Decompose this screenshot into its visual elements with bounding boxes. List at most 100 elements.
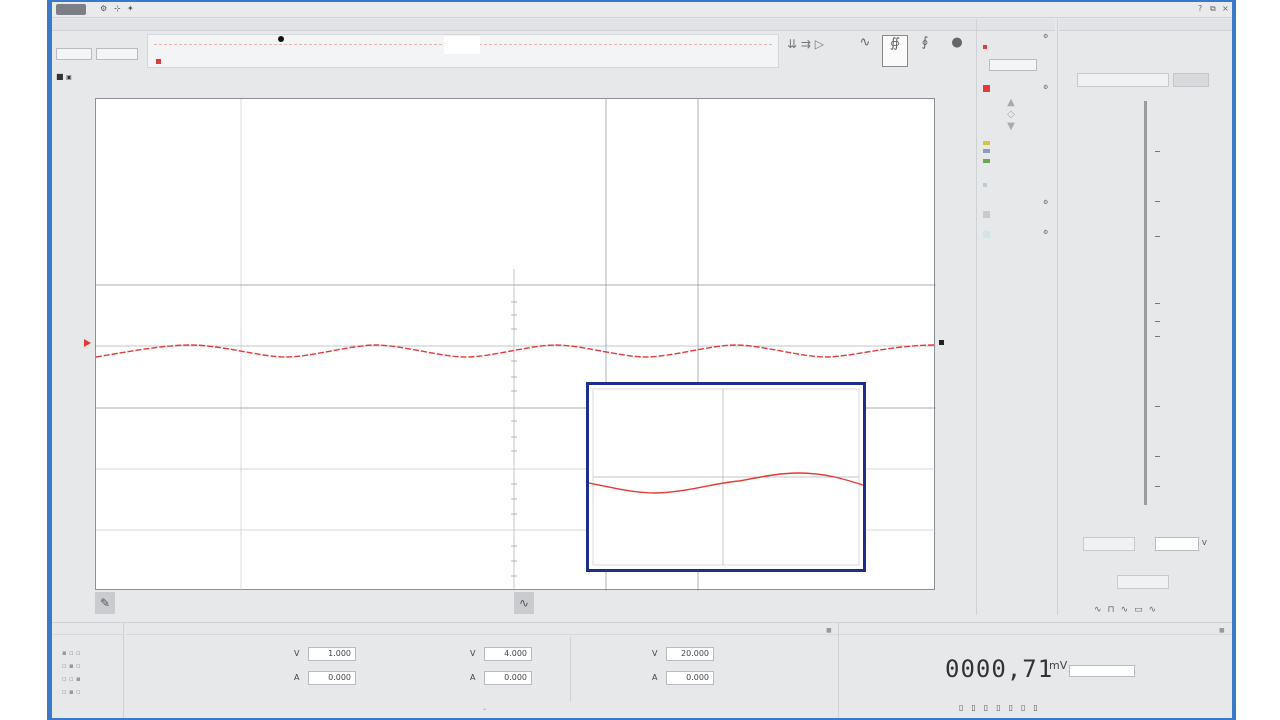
slider-tick [1155, 236, 1160, 237]
mode-stop[interactable]: ● [944, 35, 970, 67]
counter-panel-header [52, 623, 123, 635]
row-3-a-unit: A [652, 673, 658, 682]
waveform-icon[interactable]: ∿ [514, 592, 534, 614]
pin-icon[interactable]: ⊹ [114, 4, 121, 13]
row-1-a-unit: A [294, 673, 300, 682]
autorange-max-field[interactable] [1155, 537, 1199, 551]
level-slider-track[interactable] [1144, 101, 1147, 505]
title-bar: ⚙ ⊹ ✦ ? ⧉ × [52, 2, 1232, 18]
plot-toolbar: ■ ▣ [56, 72, 72, 81]
row-2-v-unit: V [470, 649, 476, 658]
inset-svg [588, 388, 864, 566]
trigger-apply-button[interactable] [989, 59, 1037, 71]
row-3-v-unit: V [652, 649, 658, 658]
channel-scale-knob[interactable]: ▲ ◇ ▼ [999, 97, 1023, 133]
logic-settings-icon[interactable]: ⚙ [1043, 229, 1048, 236]
tools-icon[interactable]: ⚙ [100, 4, 107, 13]
math-settings-icon[interactable]: ⚙ [1043, 199, 1048, 206]
mode-xy[interactable]: ∮ [912, 35, 938, 67]
autorange-panel: V ∿⊓∿▭∿ [1059, 31, 1232, 615]
slider-tick [1155, 406, 1160, 407]
row-2-a-unit: A [470, 673, 476, 682]
slider-tick [1155, 303, 1160, 304]
mode-zoom-icon: ∯ [889, 36, 901, 51]
bottom-panels: ▪ ▫ ▫ ▫ ▪ ▫ ▫ ▫ ▪ ▫ ▪ ▫ ■ V 1.000 A 0.000 V… [52, 622, 1232, 718]
display-panel: ■ 0000,71 mV ▯▯▯▯▯▯▯ [838, 623, 1232, 718]
timeline-overview[interactable] [147, 34, 779, 68]
slider-tick [1155, 336, 1160, 337]
measurement-panel-header [126, 623, 838, 635]
display-controls[interactable]: ▯▯▯▯▯▯▯ [959, 703, 1046, 712]
channel-3-swatch[interactable] [983, 149, 990, 153]
restore-icon[interactable]: ⧉ [1210, 4, 1216, 14]
measurement-close-icon[interactable]: ■ [826, 627, 832, 634]
readout-unit: mV [1049, 659, 1068, 672]
zoom-inset[interactable] [586, 382, 866, 572]
channel-2-swatch[interactable] [983, 141, 990, 145]
waveform-shape-buttons[interactable]: ∿⊓∿▭∿ [1094, 605, 1162, 615]
menu-button[interactable] [56, 4, 86, 15]
channel-4-swatch[interactable] [983, 159, 990, 163]
row-2-v-field[interactable]: 4.000 [484, 647, 532, 661]
mode-normal[interactable]: ∿ [852, 35, 878, 67]
mode-normal-icon: ∿ [859, 35, 871, 50]
reference-swatch[interactable] [983, 211, 990, 218]
logic-swatch[interactable] [983, 231, 990, 238]
slider-tick [1155, 456, 1160, 457]
trigger-source-swatch [983, 45, 987, 49]
timeline-channel [156, 59, 164, 66]
help-icon[interactable]: ? [1198, 4, 1202, 13]
zoom-button-2[interactable] [96, 48, 138, 60]
autorange-max-unit: V [1202, 539, 1207, 547]
slider-tick [1155, 486, 1160, 487]
slider-tick [1155, 151, 1160, 152]
autorange-min-field[interactable] [1083, 537, 1135, 551]
mode-zoom[interactable]: ∯ [882, 35, 908, 67]
channel-1-settings-icon[interactable]: ⚙ [1043, 84, 1048, 91]
range-select[interactable] [1069, 665, 1135, 677]
settings-icon[interactable]: ✦ [127, 4, 134, 13]
autorange-offset-field[interactable] [1117, 575, 1169, 589]
trigger-panel: ⚙ ⚙ ▲ ◇ ▼ ⚙ ⚙ [977, 31, 1055, 615]
row-3-v-field[interactable]: 20.000 [666, 647, 714, 661]
timeline-trigger-marker[interactable] [278, 36, 284, 42]
scope-toolbar: ⇊ ⇉ ▷ ∿ ∯ ∮ ● [52, 31, 1055, 71]
acquisition-controls: ⇊ ⇉ ▷ [787, 34, 835, 66]
row-1-v-field[interactable]: 1.000 [308, 647, 356, 661]
channel-1-swatch[interactable] [983, 85, 990, 92]
measurement-panel: ■ V 1.000 A 0.000 V 4.000 A 0.000 V 20.0… [126, 623, 838, 718]
measurement-expand-icon[interactable]: ⌄ [482, 705, 487, 712]
autorange-panel-header [1059, 19, 1232, 31]
pencil-icon[interactable]: ✎ [95, 592, 115, 614]
measurement-divider [570, 637, 571, 701]
grid-toggle-icon[interactable]: ■ [56, 72, 64, 81]
scope-panel-header [52, 19, 1055, 31]
counter-panel: ▪ ▫ ▫ ▫ ▪ ▫ ▫ ▫ ▪ ▫ ▪ ▫ [52, 623, 124, 718]
trigger-settings-icon[interactable]: ⚙ [1043, 33, 1048, 40]
zoom-button-1[interactable] [56, 48, 92, 60]
slider-tick [1155, 201, 1160, 202]
inset-signal-trace [588, 472, 864, 494]
oscilloscope-window: ⚙ ⊹ ✦ ? ⧉ × ⇊ ⇉ ▷ ∿ ∯ ∮ ● ■ ▣ ✎ ∿ ⚙ ⚙ ▲ … [52, 2, 1232, 718]
mode-xy-icon: ∮ [921, 35, 929, 50]
trigger-level-marker[interactable] [939, 340, 944, 345]
close-icon[interactable]: × [1222, 4, 1229, 13]
acquisition-arrows-icon[interactable]: ⇊ ⇉ ▷ [787, 37, 835, 51]
layout-toggle-icon[interactable]: ▣ [66, 74, 72, 81]
row-2-a-field[interactable]: 0.000 [484, 671, 532, 685]
autorange-button[interactable] [1173, 73, 1209, 87]
timeline-view-window[interactable] [444, 36, 480, 54]
slider-tick [1155, 321, 1160, 322]
separator-autorange [1057, 19, 1058, 615]
channel-offset-marker[interactable] [84, 339, 91, 347]
stop-icon: ● [951, 35, 963, 50]
row-3-a-field[interactable]: 0.000 [666, 671, 714, 685]
row-1-a-field[interactable]: 0.000 [308, 671, 356, 685]
zoom-controls [56, 34, 140, 66]
autorange-input[interactable] [1077, 73, 1169, 87]
row-1-v-unit: V [294, 649, 300, 658]
counter-grid[interactable]: ▪ ▫ ▫ ▫ ▪ ▫ ▫ ▫ ▪ ▫ ▪ ▫ [62, 647, 81, 699]
display-close-icon[interactable]: ■ [1219, 627, 1225, 634]
display-panel-header [839, 623, 1232, 635]
math-swatch[interactable] [983, 183, 987, 187]
